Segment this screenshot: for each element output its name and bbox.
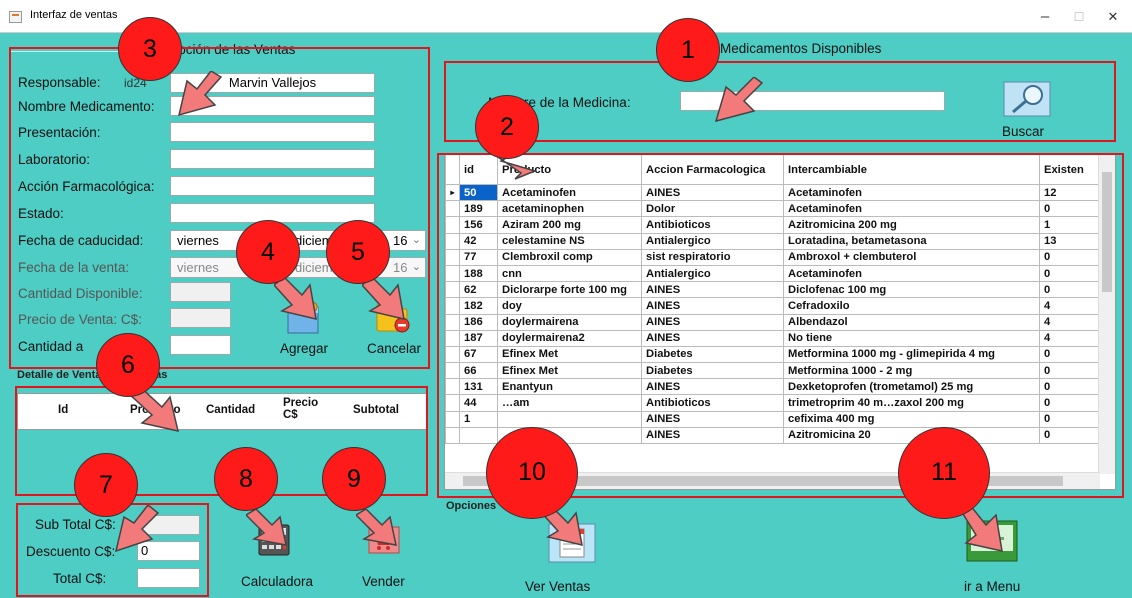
laboratorio-field[interactable] <box>170 149 375 169</box>
chevron-down-icon: ⌄ <box>411 261 421 273</box>
laboratorio-label: Laboratorio: <box>18 152 91 167</box>
callout-1: 1 <box>656 18 720 82</box>
maximize-button[interactable]: ☐ <box>1064 6 1094 28</box>
annotation-arrow-4 <box>272 275 322 321</box>
fecha-venta-label: Fecha de la venta: <box>18 260 130 275</box>
ver-ventas-label: Ver Ventas <box>525 579 591 594</box>
agregar-label: Agregar <box>280 341 329 356</box>
descuento-label: Descuento C$: <box>26 544 116 559</box>
accion-farmacologica-field[interactable] <box>170 176 375 196</box>
presentacion-label: Presentación: <box>18 125 101 140</box>
minimize-button[interactable]: – <box>1030 6 1060 28</box>
callout-4: 4 <box>236 220 300 284</box>
presentacion-field[interactable] <box>170 122 375 142</box>
caducidad-year: 16 <box>393 233 408 248</box>
precio-venta-field[interactable] <box>170 308 231 328</box>
subtotal-label: Sub Total C$: <box>35 517 116 532</box>
estado-label: Estado: <box>18 206 64 221</box>
close-button[interactable]: ✕ <box>1098 6 1128 28</box>
total-field[interactable] <box>137 568 200 588</box>
vender-label: Vender <box>362 574 405 589</box>
callout-10: 10 <box>486 427 578 519</box>
search-icon <box>1003 81 1051 117</box>
opciones-group-title: Opciones <box>446 500 497 512</box>
app-icon <box>9 11 22 23</box>
calculadora-label: Calculadora <box>241 574 314 589</box>
annotation-arrow-1 <box>710 76 772 127</box>
callout-6: 6 <box>96 333 160 397</box>
annotation-arrow-5 <box>360 275 410 321</box>
annotation-arrow-9 <box>354 508 400 547</box>
cantidad-field[interactable] <box>170 335 231 355</box>
cancelar-label: Cancelar <box>367 341 422 356</box>
callout-5: 5 <box>326 220 390 284</box>
venta-day: viernes <box>177 260 219 275</box>
callout-9: 9 <box>322 447 386 511</box>
venta-year: 16 <box>393 260 408 275</box>
ir-menu-label: ir a Menu <box>964 579 1021 594</box>
buscar-label: Buscar <box>1002 124 1045 139</box>
callout-2: 2 <box>475 95 539 159</box>
responsable-label: Responsable: <box>18 75 101 90</box>
medicamentos-group-title: Medicamentos Disponibles <box>720 41 882 56</box>
fecha-caducidad-label: Fecha de caducidad: <box>18 233 144 248</box>
accion-farmacologica-label: Acción Farmacológica: <box>18 179 155 194</box>
cantidad-disponible-field[interactable] <box>170 282 231 302</box>
nombre-medicamento-label: Nombre Medicamento: <box>18 99 155 114</box>
chevron-down-icon: ⌄ <box>411 234 421 246</box>
callout-3: 3 <box>118 17 182 81</box>
annotation-arrow-3 <box>175 70 227 119</box>
annotation-arrow-8 <box>244 508 290 547</box>
client-area: Descripción de las Ventas Responsable: i… <box>0 17 1132 598</box>
caducidad-day: viernes <box>177 233 219 248</box>
buscar-button[interactable] <box>1003 81 1051 117</box>
window-title: Interfaz de ventas <box>30 9 118 21</box>
precio-venta-label: Precio de Venta: C$: <box>18 312 142 327</box>
cantidad-disponible-label: Cantidad Disponible: <box>18 286 143 301</box>
cantidad-a-label: Cantidad a <box>18 339 84 354</box>
callout-11: 11 <box>898 427 990 519</box>
callout-8: 8 <box>214 447 278 511</box>
total-label: Total C$: <box>53 571 107 586</box>
callout-7: 7 <box>74 453 138 517</box>
